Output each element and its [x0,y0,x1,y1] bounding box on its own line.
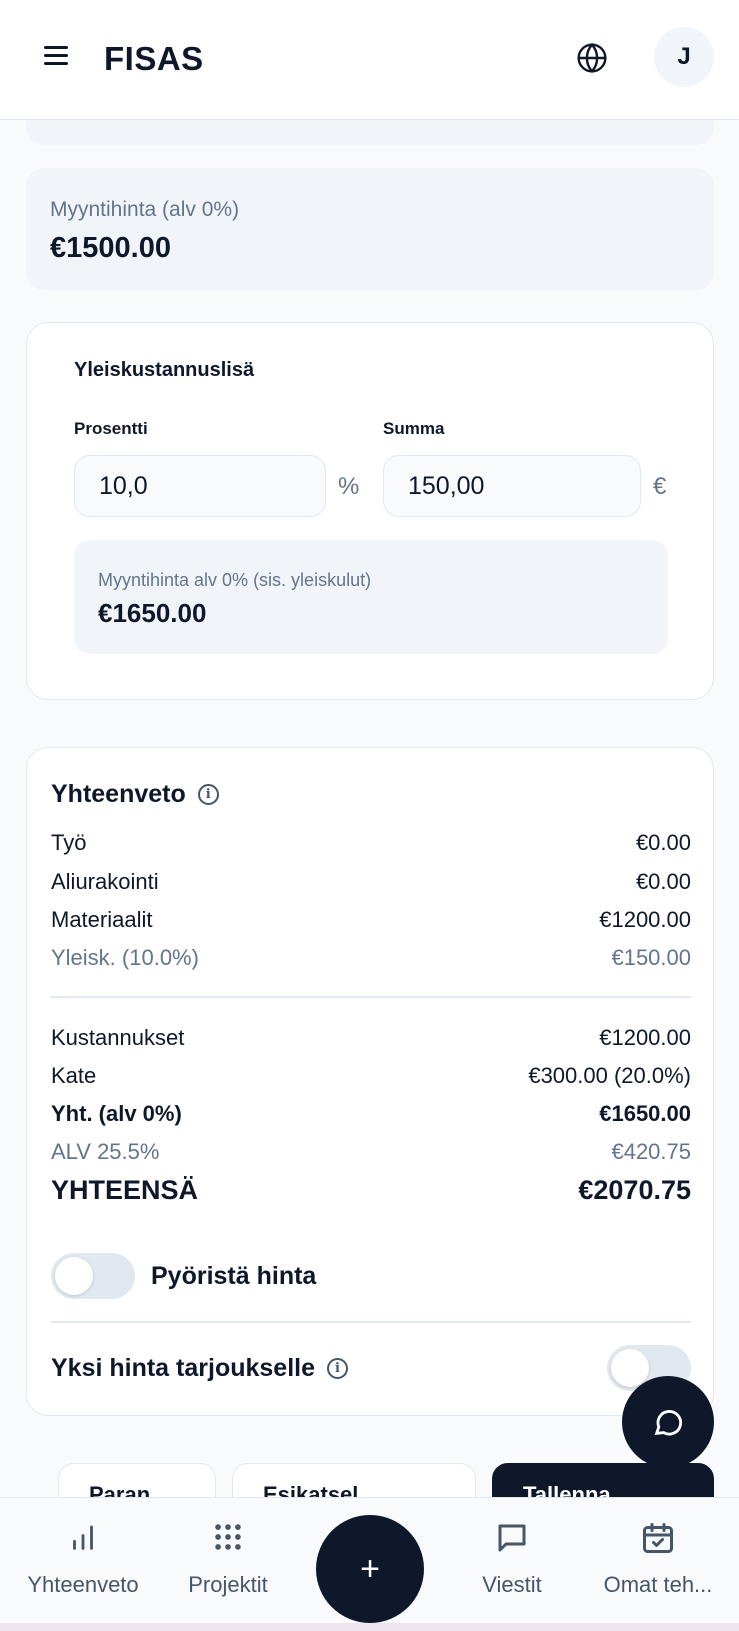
menu-icon[interactable] [44,46,68,66]
row-label: Kustannukset [51,1025,185,1050]
summary-row: Materiaalit €1200.00 [51,907,691,933]
sales-price-card: Myyntihinta (alv 0%) €1500.00 [26,168,714,290]
row-value: €300.00 (20.0%) [528,1063,691,1088]
nav-label: Projektit [188,1572,268,1597]
row-label: Yht. (alv 0%) [51,1101,182,1126]
add-button[interactable]: + [316,1515,424,1623]
sales-price-value: €1500.00 [50,232,171,264]
summary-row: Yleisk. (10.0%) €150.00 [51,945,691,971]
message-square-icon [498,1524,526,1552]
chat-bubble-icon [654,1410,682,1436]
summary-row: Työ €0.00 [51,830,691,856]
row-label: Yleisk. (10.0%) [51,945,199,970]
divider [51,1321,691,1323]
overhead-total-box: Myyntihinta alv 0% (sis. yleiskulut) €16… [74,540,668,654]
overhead-total-value: €1650.00 [98,598,207,628]
row-label: YHTEENSÄ [51,1175,199,1205]
row-label: Aliurakointi [51,869,159,894]
chat-button[interactable] [622,1376,714,1468]
nav-label: Yhteenveto [27,1572,139,1597]
system-bar [0,1623,739,1631]
info-icon[interactable]: i [197,784,219,805]
calendar-check-icon [643,1523,673,1553]
row-value: €2070.75 [578,1175,691,1205]
sum-label: Summa [383,419,445,438]
overhead-card: Yleiskustannuslisä Prosentti Summa 10,0 … [26,322,714,700]
summary-row: Kustannukset €1200.00 [51,1025,691,1051]
percent-unit: % [338,473,360,500]
divider [51,996,691,998]
sales-price-label: Myyntihinta (alv 0%) [50,198,240,221]
row-label: ALV 25.5% [51,1139,160,1164]
row-label: Kate [51,1063,97,1088]
nav-label: Omat teh... [603,1572,713,1597]
row-value: €0.00 [635,869,691,894]
overhead-title: Yleiskustannuslisä [74,359,255,381]
row-value: €1650.00 [599,1101,691,1126]
toggle-knob [55,1257,93,1295]
sum-unit: € [653,473,667,500]
grid-dots-icon [215,1524,241,1550]
percent-input[interactable]: 10,0 [74,455,326,517]
single-price-label: Yksi hinta tarjoukselle [51,1354,315,1382]
toggle-knob [611,1349,649,1387]
row-label: Materiaalit [51,907,153,932]
summary-row: Aliurakointi €0.00 [51,869,691,895]
row-label: Työ [51,830,87,855]
overhead-total-label: Myyntihinta alv 0% (sis. yleiskulut) [98,570,372,590]
summary-row: Yht. (alv 0%) €1650.00 [51,1101,691,1127]
row-value: €1200.00 [599,907,691,932]
app-header: FISAS J [0,0,739,120]
avatar[interactable]: J [654,27,714,87]
row-value: €420.75 [611,1139,691,1164]
info-icon[interactable]: i [327,1358,348,1379]
summary-card: Yhteenveto i Työ €0.00 Aliurakointi €0.0… [26,747,714,1416]
summary-title: Yhteenveto [51,780,186,808]
single-price-wrap: Yksi hinta tarjoukselle i [51,1354,348,1383]
bar-chart-icon [73,1525,93,1550]
sum-input[interactable]: 150,00 [383,455,641,517]
summary-title-wrap: Yhteenveto i [51,780,219,809]
percent-label: Prosentti [74,419,148,438]
row-value: €150.00 [611,945,691,970]
nav-label: Viestit [482,1572,542,1597]
row-value: €0.00 [635,830,691,855]
globe-icon[interactable] [576,42,608,74]
round-price-toggle[interactable] [51,1253,135,1299]
summary-row: Kate €300.00 (20.0%) [51,1063,691,1089]
row-value: €1200.00 [599,1025,691,1050]
round-price-label: Pyöristä hinta [151,1262,317,1290]
brand-title: FISAS [104,40,204,77]
summary-total-row: YHTEENSÄ €2070.75 [51,1175,691,1206]
summary-row: ALV 25.5% €420.75 [51,1139,691,1165]
